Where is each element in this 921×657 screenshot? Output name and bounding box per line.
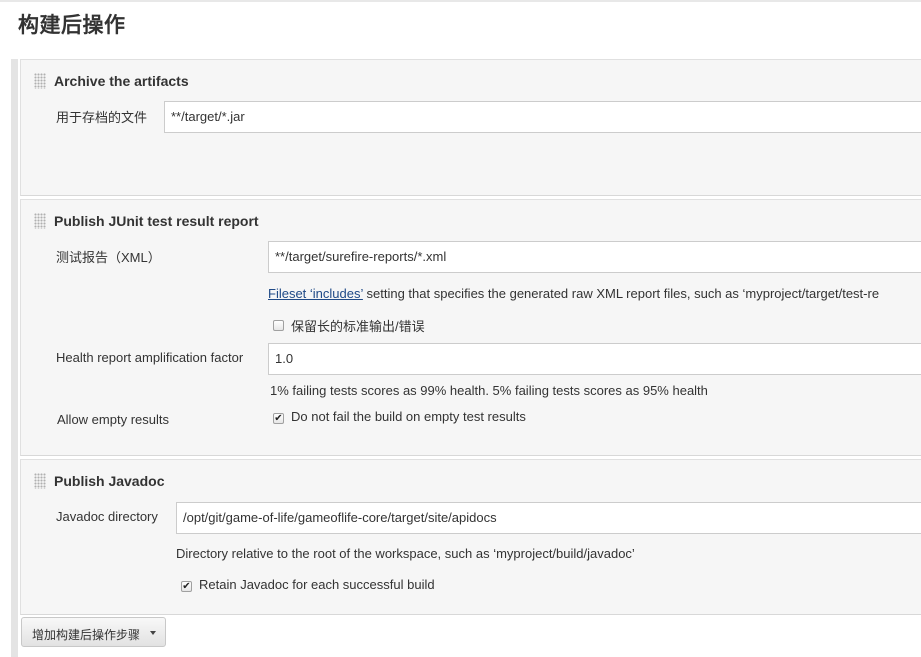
keep-long-stdio-label[interactable]: 保留长的标准输出/错误 [291,316,425,335]
caret-down-icon [150,631,156,635]
checkmark-icon: ✔ [182,581,191,592]
allow-empty-checkbox[interactable]: ✔ [273,413,284,424]
health-factor-help: 1% failing tests scores as 99% health. 5… [270,383,708,398]
javadoc-dir-label: Javadoc directory [56,509,158,524]
fileset-includes-link[interactable]: Fileset ‘includes’ [268,286,363,301]
fileset-help-text: setting that specifies the generated raw… [362,286,880,301]
drag-handle-icon[interactable] [34,473,46,489]
javadoc-dir-help: Directory relative to the root of the wo… [176,546,635,561]
junit-report-block: Publish JUnit test result report 测试报告（XM… [20,199,921,456]
keep-long-stdio-checkbox[interactable] [273,320,284,331]
drag-handle-icon[interactable] [34,73,46,89]
javadoc-dir-input[interactable]: /opt/git/game-of-life/gameoflife-core/ta… [176,502,921,534]
archive-files-label: 用于存档的文件 [56,110,148,125]
page-title: 构建后操作 [18,13,126,37]
retain-javadoc-checkbox[interactable]: ✔ [181,581,192,592]
section-left-bar [11,59,18,657]
drag-handle-icon[interactable] [34,213,46,229]
junit-xml-input[interactable]: **/target/surefire-reports/*.xml [268,241,921,273]
allow-empty-checkbox-label[interactable]: Do not fail the build on empty test resu… [291,409,526,424]
add-post-build-step-button[interactable]: 增加构建后操作步骤 [21,617,166,647]
junit-title: Publish JUnit test result report [54,213,259,229]
fileset-help: Fileset ‘includes’ setting that specifie… [268,286,879,301]
checkmark-icon: ✔ [274,413,283,424]
javadoc-title: Publish Javadoc [54,473,165,489]
top-divider [0,0,921,2]
health-factor-label: Health report amplification factor [56,350,244,365]
junit-xml-label: 测试报告（XML） [56,250,161,265]
archive-artifacts-block: Archive the artifacts 用于存档的文件 **/target/… [20,59,921,196]
allow-empty-label: Allow empty results [57,412,169,427]
health-factor-input[interactable]: 1.0 [268,343,921,375]
add-post-build-step-label: 增加构建后操作步骤 [32,628,141,642]
retain-javadoc-label[interactable]: Retain Javadoc for each successful build [199,577,435,592]
javadoc-block: Publish Javadoc Javadoc directory /opt/g… [20,459,921,615]
archive-files-input[interactable]: **/target/*.jar [164,101,921,133]
archive-title: Archive the artifacts [54,73,189,89]
